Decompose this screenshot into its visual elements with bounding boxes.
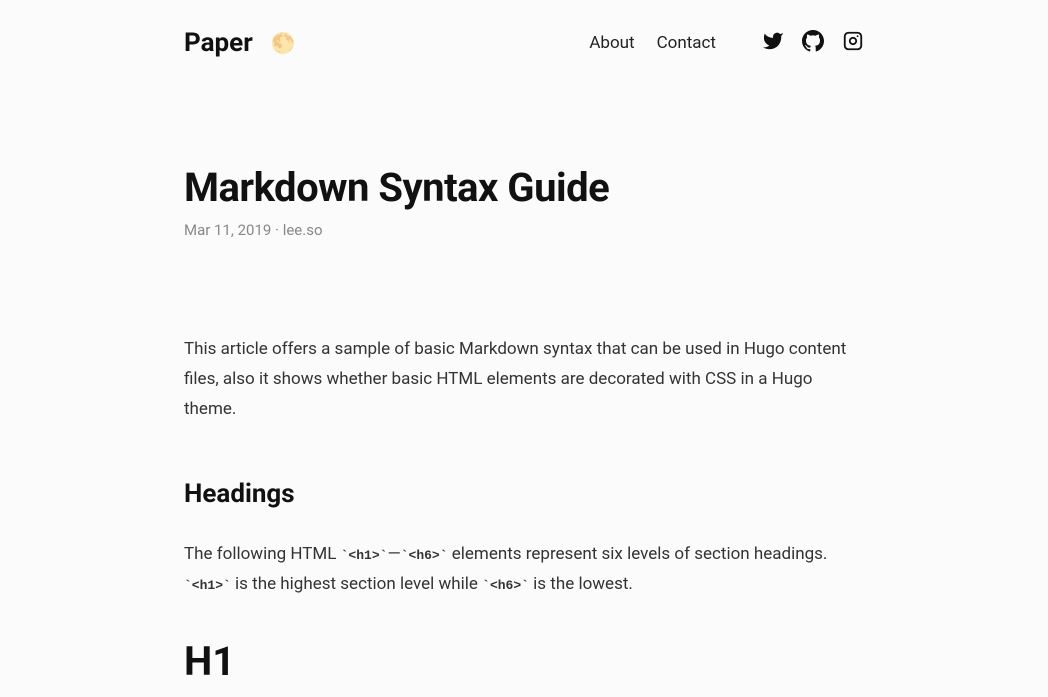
instagram-icon[interactable]	[842, 30, 864, 56]
text-span: is the highest section level while	[231, 574, 482, 594]
theme-toggle-icon[interactable]: 🌕	[271, 33, 296, 53]
headings-description: The following HTML `<h1>`—`<h6>` element…	[184, 540, 864, 600]
code-h1: `<h1>`	[341, 548, 388, 563]
meta-separator: ·	[271, 221, 282, 239]
code-h6-b: `<h6>`	[482, 578, 529, 593]
github-icon[interactable]	[802, 30, 824, 56]
sample-h1: H1	[184, 627, 864, 697]
nav-contact[interactable]: Contact	[657, 33, 716, 53]
section-heading-headings: Headings	[184, 472, 864, 518]
header-right: About Contact	[589, 30, 864, 56]
header-left: Paper 🌕	[184, 28, 296, 58]
article: Markdown Syntax Guide Mar 11, 2019 · lee…	[184, 164, 864, 697]
post-meta: Mar 11, 2019 · lee.so	[184, 221, 864, 239]
social-icons	[762, 30, 864, 56]
intro-paragraph: This article offers a sample of basic Ma…	[184, 335, 864, 424]
site-title-link[interactable]: Paper	[184, 28, 253, 58]
nav-about[interactable]: About	[589, 33, 634, 53]
nav-links: About Contact	[589, 33, 716, 53]
code-h6: `<h6>`	[401, 548, 448, 563]
text-span: —	[387, 544, 400, 564]
text-span: is the lowest.	[529, 574, 633, 594]
post-title: Markdown Syntax Guide	[184, 164, 864, 211]
text-span: The following HTML	[184, 544, 341, 564]
site-header: Paper 🌕 About Contact	[184, 0, 864, 68]
twitter-icon[interactable]	[762, 30, 784, 56]
text-span: elements represent six levels of section…	[448, 544, 828, 564]
code-h1-b: `<h1>`	[184, 578, 231, 593]
post-body: This article offers a sample of basic Ma…	[184, 335, 864, 697]
post-author: lee.so	[283, 221, 323, 239]
post-date: Mar 11, 2019	[184, 221, 271, 239]
